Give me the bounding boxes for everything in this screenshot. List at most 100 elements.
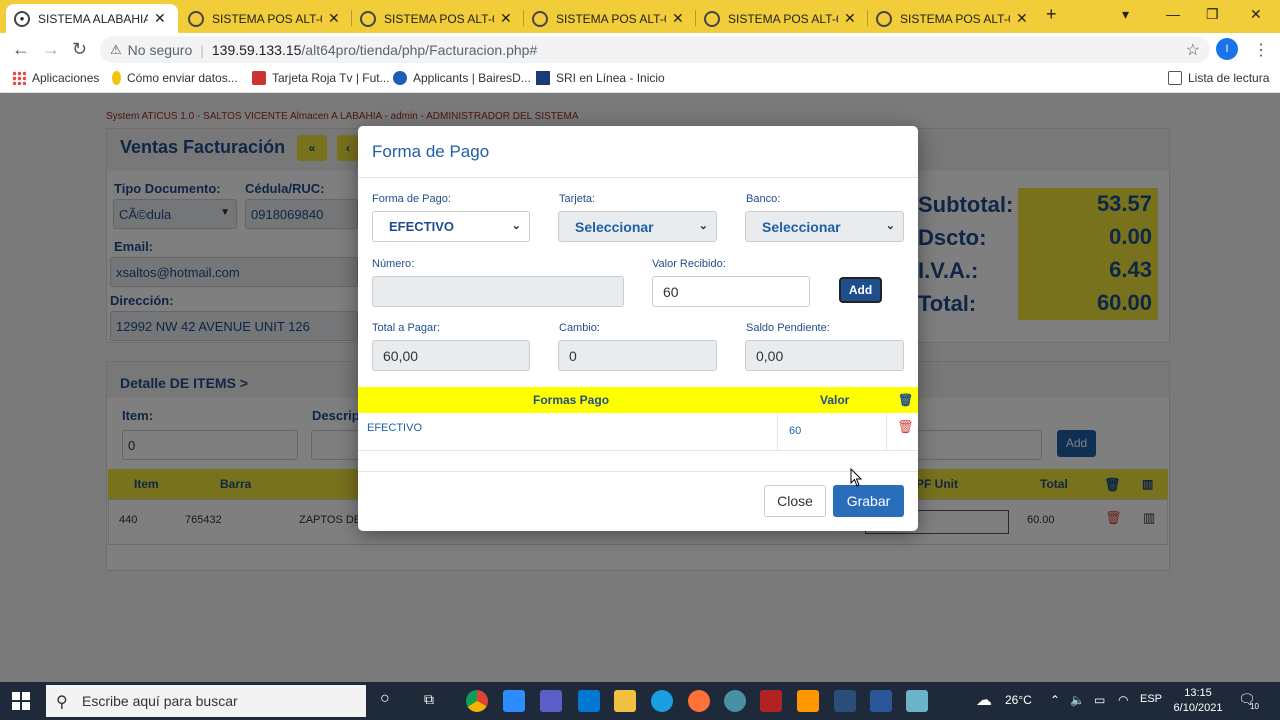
restore-icon[interactable]: ❐	[1206, 6, 1219, 23]
forma-pago-select[interactable]: EFECTIVO ⌄	[372, 211, 530, 242]
chrome-icon[interactable]	[466, 690, 488, 712]
chevron-down-icon: ⌄	[885, 220, 895, 232]
vscode-icon[interactable]	[578, 690, 600, 712]
close-tab-icon[interactable]: ✕	[500, 10, 512, 27]
cell-valor: 60	[789, 425, 802, 437]
bookmark-item[interactable]: Applicants | BairesD...	[393, 71, 531, 85]
search-icon: ⚲	[56, 694, 68, 711]
numero-label: Número:	[372, 258, 415, 270]
close-tab-icon[interactable]: ✕	[154, 10, 166, 27]
cortana-icon[interactable]: ○	[380, 690, 390, 708]
modal-title: Forma de Pago	[372, 142, 490, 161]
total-pagar-label: Total a Pagar:	[372, 322, 440, 334]
temperature[interactable]: 26°C	[1005, 693, 1032, 707]
chevron-down-icon: ⌄	[511, 220, 521, 232]
tab-title: SISTEMA POS ALT-64	[212, 11, 322, 26]
saldo-pendiente-input: 0,00	[745, 340, 904, 371]
reading-list[interactable]: Lista de lectura	[1168, 71, 1269, 85]
browser-tab[interactable]: SISTEMA POS ALT-64 ✕	[352, 4, 522, 33]
network-app-icon[interactable]	[834, 690, 856, 712]
url-path: /alt64pro/tienda/php/Facturacion.php#	[301, 41, 538, 58]
address-bar[interactable]: ⚠ No seguro | 139.59.133.15 /alt64pro/ti…	[100, 36, 1210, 63]
numero-input[interactable]	[372, 276, 624, 307]
edge-icon[interactable]	[651, 690, 673, 712]
cell-forma-pago: EFECTIVO	[367, 422, 423, 434]
reload-icon[interactable]: ↻	[72, 39, 87, 60]
clock[interactable]: 13:15 6/10/2021	[1170, 686, 1226, 716]
taskbar-search[interactable]: ⚲ Escribe aquí para buscar	[46, 685, 366, 717]
reading-list-label: Lista de lectura	[1188, 71, 1270, 85]
minimize-icon[interactable]: —	[1166, 6, 1180, 22]
bookmark-item[interactable]: SRI en Línea - Inicio	[536, 71, 665, 85]
globe-icon	[876, 10, 892, 27]
modal-divider	[358, 177, 918, 178]
warning-icon[interactable]: ⚠	[110, 42, 122, 58]
windows-start-icon[interactable]	[12, 692, 30, 710]
reading-list-icon	[1168, 71, 1182, 85]
wifi-icon[interactable]: ◠	[1118, 693, 1128, 707]
back-icon[interactable]: ←	[12, 39, 30, 60]
bookmark-star-icon[interactable]: ☆	[1186, 40, 1200, 60]
time: 13:15	[1184, 687, 1212, 699]
banco-label: Banco:	[746, 193, 781, 205]
teams-icon[interactable]	[540, 690, 562, 712]
close-tab-icon[interactable]: ✕	[672, 10, 684, 27]
trash-icon: 🗑	[898, 393, 914, 407]
browser-menu-icon[interactable]: ⋮	[1253, 40, 1269, 60]
task-view-icon[interactable]: ⧉	[424, 691, 434, 708]
battery-icon[interactable]: ▭	[1094, 693, 1105, 707]
close-tab-icon[interactable]: ✕	[844, 10, 856, 27]
forma-pago-label: Forma de Pago:	[372, 193, 451, 205]
saldo-pendiente-label: Saldo Pendiente:	[746, 322, 830, 334]
security-status[interactable]: No seguro	[128, 42, 193, 58]
app-icon[interactable]	[906, 690, 928, 712]
close-button[interactable]: Close	[764, 485, 826, 517]
close-tab-icon[interactable]: ✕	[328, 10, 340, 27]
file-explorer-icon[interactable]	[614, 690, 636, 712]
total-pagar-input: 60,00	[372, 340, 530, 371]
firefox-icon[interactable]	[688, 690, 710, 712]
profile-avatar[interactable]: I	[1216, 38, 1238, 60]
tab-title: SISTEMA POS ALT-64	[384, 11, 494, 26]
zoom-icon[interactable]	[503, 690, 525, 712]
close-window-icon[interactable]: ✕	[1250, 6, 1262, 23]
bookmark-item[interactable]: Tarjeta Roja Tv | Fut...	[252, 71, 390, 85]
valor-recibido-input[interactable]: 60	[652, 276, 810, 307]
bookmark-label: Cómo enviar datos...	[127, 71, 238, 85]
forward-icon[interactable]: →	[42, 39, 60, 60]
close-tab-icon[interactable]: ✕	[1016, 10, 1028, 27]
banco-select[interactable]: Seleccionar ⌄	[745, 211, 904, 242]
forma-pago-modal: Forma de Pago Forma de Pago: EFECTIVO ⌄ …	[358, 126, 918, 531]
browser-tab[interactable]: SISTEMA POS ALT-64 ✕	[180, 4, 350, 33]
tv-icon	[252, 71, 266, 85]
word-icon[interactable]	[870, 690, 892, 712]
grabar-button[interactable]: Grabar	[833, 485, 904, 517]
valor-cell: 60	[777, 413, 887, 451]
cambio-label: Cambio:	[559, 322, 600, 334]
tarjeta-select[interactable]: Seleccionar ⌄	[558, 211, 717, 242]
cloud-icon[interactable]: ☁	[976, 690, 992, 710]
bookmark-apps[interactable]: Aplicaciones	[12, 71, 99, 85]
sublime-icon[interactable]	[797, 690, 819, 712]
app-icon[interactable]	[724, 690, 746, 712]
tab-title: SISTEMA POS ALT-64	[900, 11, 1010, 26]
cambio-input: 0	[558, 340, 717, 371]
tarjeta-value: Seleccionar	[575, 219, 654, 235]
language-indicator[interactable]: ESP	[1140, 693, 1162, 705]
delete-payment-icon[interactable]: 🗑	[897, 419, 914, 435]
globe-icon: ●	[14, 10, 30, 27]
browser-tab-active[interactable]: ● SISTEMA ALABAHIA.C ✕	[6, 4, 178, 33]
bulb-icon	[112, 71, 121, 85]
valor-recibido-label: Valor Recibido:	[652, 258, 726, 270]
bookmark-item[interactable]: Cómo enviar datos...	[112, 71, 238, 85]
date: 6/10/2021	[1173, 702, 1223, 714]
volume-icon[interactable]: 🔈	[1070, 693, 1085, 707]
filezilla-icon[interactable]	[760, 690, 782, 712]
browser-tab[interactable]: SISTEMA POS ALT-64 ✕	[868, 4, 1038, 33]
tab-search-icon[interactable]: ▾	[1122, 6, 1129, 23]
browser-tab[interactable]: SISTEMA POS ALT-64 ✕	[696, 4, 866, 33]
new-tab-button[interactable]: +	[1046, 4, 1057, 25]
chevron-up-icon[interactable]: ⌃	[1050, 693, 1060, 707]
browser-tab[interactable]: SISTEMA POS ALT-64 ✕	[524, 4, 694, 33]
add-payment-button[interactable]: Add	[839, 277, 882, 303]
